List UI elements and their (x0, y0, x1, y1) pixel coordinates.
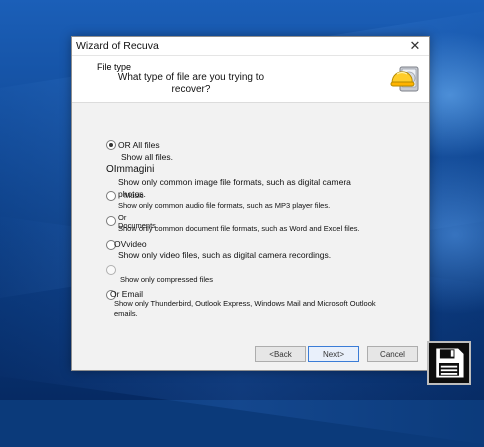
option-label-images: OImmagini (106, 164, 155, 175)
option-desc-email: Show only Thunderbird, Outlook Express, … (114, 299, 376, 318)
option-desc-compressed: Show only compressed files (120, 275, 213, 284)
back-button[interactable]: <Back (255, 346, 306, 362)
radio-music[interactable] (106, 191, 116, 201)
step-title: File type (97, 62, 132, 72)
option-label-video: OVvideo (114, 239, 147, 249)
wizard-header: File type What type of file are you tryi… (72, 56, 429, 103)
recuva-hardhat-drive-icon (390, 66, 419, 92)
option-desc-images: Show only common image file formats, suc… (118, 177, 351, 199)
option-desc-all-files: Show all files. (121, 152, 173, 162)
floppy-disk-icon[interactable] (427, 341, 471, 385)
next-button[interactable]: Next> (308, 346, 359, 362)
close-icon[interactable]: ✕ (407, 38, 423, 54)
option-desc-documents: Show only common document file formats, … (118, 224, 360, 233)
window-title: Wizard of Recuva (76, 40, 159, 52)
radio-compressed[interactable] (106, 265, 116, 275)
option-label-email: Or Email (110, 289, 144, 299)
option-desc-music: Show only common audio file formats, suc… (118, 201, 331, 210)
cancel-button[interactable]: Cancel (367, 346, 418, 362)
radio-all-files[interactable] (106, 140, 116, 150)
option-desc-video: Show only video files, such as digital c… (118, 250, 332, 260)
recuva-wizard-window: Wizard of Recuva ✕ File type What type o… (71, 36, 430, 371)
options-panel: OR All files Show all files. OImmagini S… (72, 103, 429, 338)
option-label-music: Music (124, 191, 144, 200)
wizard-buttons: <Back Next> Cancel (72, 340, 429, 370)
option-label-all-files: OR All files (118, 140, 160, 150)
titlebar: Wizard of Recuva ✕ (72, 37, 429, 56)
radio-documents[interactable] (106, 216, 116, 226)
step-question: What type of file are you trying to reco… (117, 72, 265, 95)
